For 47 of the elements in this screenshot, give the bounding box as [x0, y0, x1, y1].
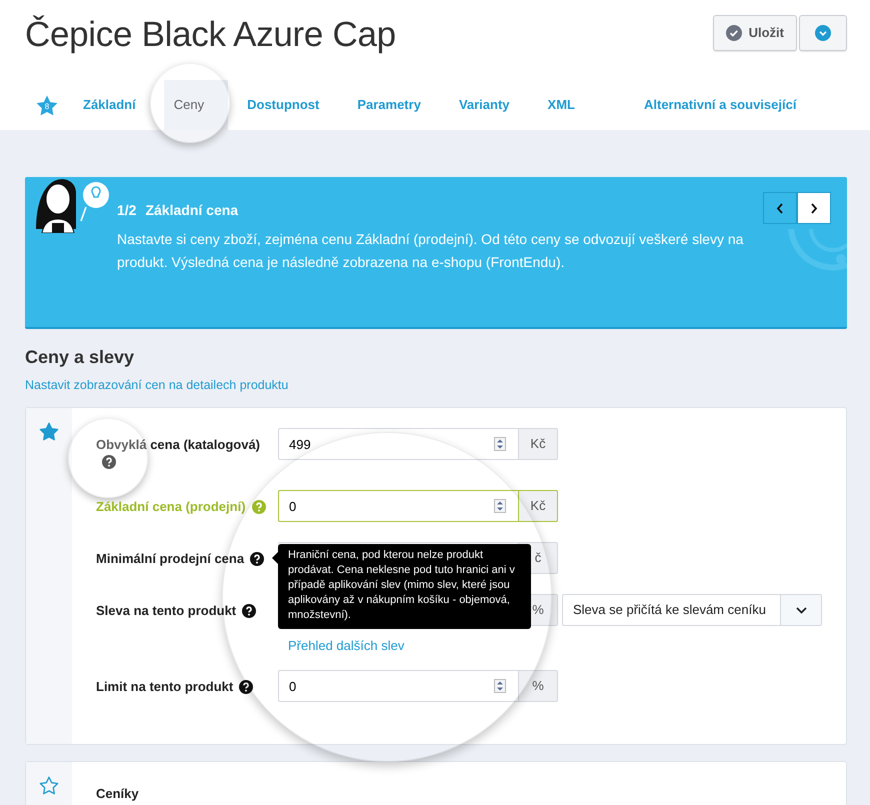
spinner-icon[interactable]	[494, 499, 506, 513]
star-icon	[35, 94, 59, 116]
chevron-down-icon	[796, 606, 806, 614]
step-counter: 1/2	[117, 201, 136, 220]
chevron-icon	[815, 25, 831, 41]
spinner-icon[interactable]	[494, 437, 506, 451]
help-icon[interactable]	[239, 680, 254, 694]
tab[interactable]: Dostupnost	[228, 80, 338, 130]
help-icon[interactable]	[242, 604, 256, 618]
help-icon[interactable]	[102, 455, 116, 469]
favorites-tab[interactable]: 8	[35, 80, 73, 130]
number-field[interactable]: 499	[278, 428, 518, 460]
previous-button[interactable]	[763, 192, 797, 224]
number-field[interactable]: 0	[278, 490, 518, 522]
unit-label: Kč	[518, 490, 558, 522]
number-field[interactable]: 0	[278, 670, 518, 702]
settings-link[interactable]: Nastavit zobrazování cen na detailech produktu	[25, 378, 288, 392]
spinner-icon[interactable]	[494, 679, 506, 693]
field-label: Základní cena (prodejní)	[96, 499, 246, 514]
field-label: Obvyklá cena (katalogová)	[96, 437, 260, 452]
section-title: Ceny a slevy	[25, 346, 136, 369]
guide-text: Nastavte si ceny zboží, zejména cenu Základní (prodejní). Od této ceny se odvozují veškeré slevy na produkt. Výsledná cena je následně zobrazena na e-shopu (FrontEndu).	[117, 230, 744, 272]
field-label: Limit na tento produkt	[96, 679, 234, 694]
dropdown-button[interactable]	[799, 15, 847, 51]
next-button[interactable]	[797, 192, 831, 224]
tab[interactable]: Alternativní a související	[594, 80, 816, 130]
unit-label: Kč	[518, 428, 558, 460]
guide-heading: Základní cena	[145, 201, 238, 220]
tab[interactable]: Základní	[73, 80, 150, 130]
tab[interactable]: Parametry	[338, 80, 440, 130]
field-label: Sleva na tento produkt	[96, 603, 236, 618]
badge-count: 8	[44, 102, 50, 111]
tab[interactable]: XML	[528, 80, 594, 130]
tab[interactable]: Ceny	[164, 80, 228, 130]
page-title: Čepice Black Azure Cap	[25, 14, 396, 56]
tab[interactable]: Varianty	[440, 80, 529, 130]
chevron-left-icon	[776, 202, 784, 214]
discounts-link[interactable]: Přehled dalších slev	[288, 636, 404, 656]
chevron-right-icon	[810, 202, 818, 214]
save-button[interactable]: Uložit	[712, 15, 797, 51]
tooltip-arrow	[272, 552, 278, 564]
help-icon[interactable]	[250, 552, 264, 566]
card-title: Ceníky	[95, 785, 139, 803]
unit-label: %	[518, 670, 558, 702]
check-icon	[726, 25, 742, 41]
field-label: Minimální prodejní cena	[96, 551, 244, 566]
select-field[interactable]: Sleva se přičítá ke slevám ceníku	[562, 594, 822, 626]
